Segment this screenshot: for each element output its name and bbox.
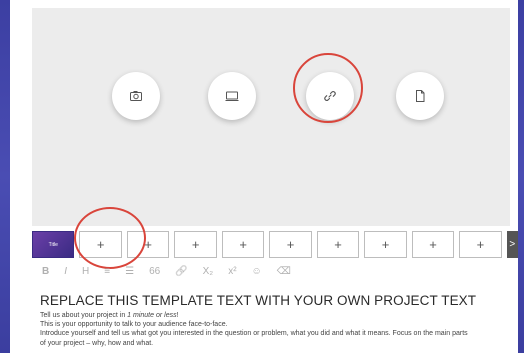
- link-button[interactable]: 🔗: [175, 266, 187, 277]
- project-heading[interactable]: REPLACE THIS TEMPLATE TEXT WITH YOUR OWN…: [40, 293, 510, 308]
- bold-button[interactable]: B: [42, 266, 49, 277]
- add-slide-button[interactable]: +: [221, 231, 265, 258]
- add-slide-button[interactable]: +: [411, 231, 455, 258]
- plus-icon: +: [239, 237, 247, 252]
- next-slides-arrow[interactable]: >: [506, 231, 518, 258]
- quote-button[interactable]: 66: [149, 266, 160, 277]
- plus-icon: +: [476, 237, 485, 252]
- add-slide-button[interactable]: +: [174, 231, 217, 258]
- emoji-button[interactable]: ☺: [252, 266, 262, 277]
- add-slide-button[interactable]: +: [316, 231, 360, 258]
- text-line[interactable]: This is your opportunity to talk to your…: [40, 320, 510, 329]
- add-file-button[interactable]: [396, 72, 444, 120]
- list-button[interactable]: ☰: [125, 266, 134, 277]
- add-slide-button[interactable]: +: [269, 231, 312, 258]
- add-slide-button[interactable]: +: [459, 231, 502, 258]
- video-icon: [225, 91, 239, 101]
- plus-icon: +: [381, 237, 390, 252]
- slide-thumbnail-current[interactable]: Title: [32, 231, 75, 258]
- text-line[interactable]: Tell us about your project in 1 minute o…: [40, 311, 510, 320]
- plus-icon: +: [286, 237, 295, 252]
- superscript-button[interactable]: x²: [228, 266, 236, 277]
- slide-thumbnail-label: Title: [48, 241, 58, 248]
- text-line[interactable]: Introduce yourself and tell us what got …: [40, 329, 510, 338]
- project-text-editor[interactable]: REPLACE THIS TEMPLATE TEXT WITH YOUR OWN…: [40, 293, 510, 348]
- camera-icon: [130, 91, 142, 101]
- add-photo-button[interactable]: [112, 72, 160, 120]
- add-slide-button[interactable]: +: [364, 231, 407, 258]
- file-icon: [416, 90, 425, 102]
- add-video-button[interactable]: [208, 72, 256, 120]
- plus-icon: +: [429, 237, 437, 252]
- plus-icon: +: [191, 237, 200, 252]
- text-line[interactable]: of your project – why, how and what.: [40, 339, 510, 348]
- chevron-right-icon: >: [509, 239, 516, 250]
- link-button-highlight-circle: [293, 53, 363, 123]
- subscript-button[interactable]: X₂: [203, 266, 214, 277]
- italic-button[interactable]: I: [64, 266, 67, 277]
- editor-page: Title + + + + + + + + + > B I H ≡ ☰ 66 🔗…: [10, 0, 518, 353]
- clear-format-button[interactable]: ⌫: [277, 266, 291, 277]
- formatting-toolbar: B I H ≡ ☰ 66 🔗 X₂ x² ☺ ⌫: [32, 260, 510, 282]
- align-button[interactable]: ≡: [104, 266, 110, 277]
- media-drop-area[interactable]: [32, 8, 510, 226]
- plus-icon: +: [334, 237, 342, 252]
- heading-button[interactable]: H: [82, 266, 89, 277]
